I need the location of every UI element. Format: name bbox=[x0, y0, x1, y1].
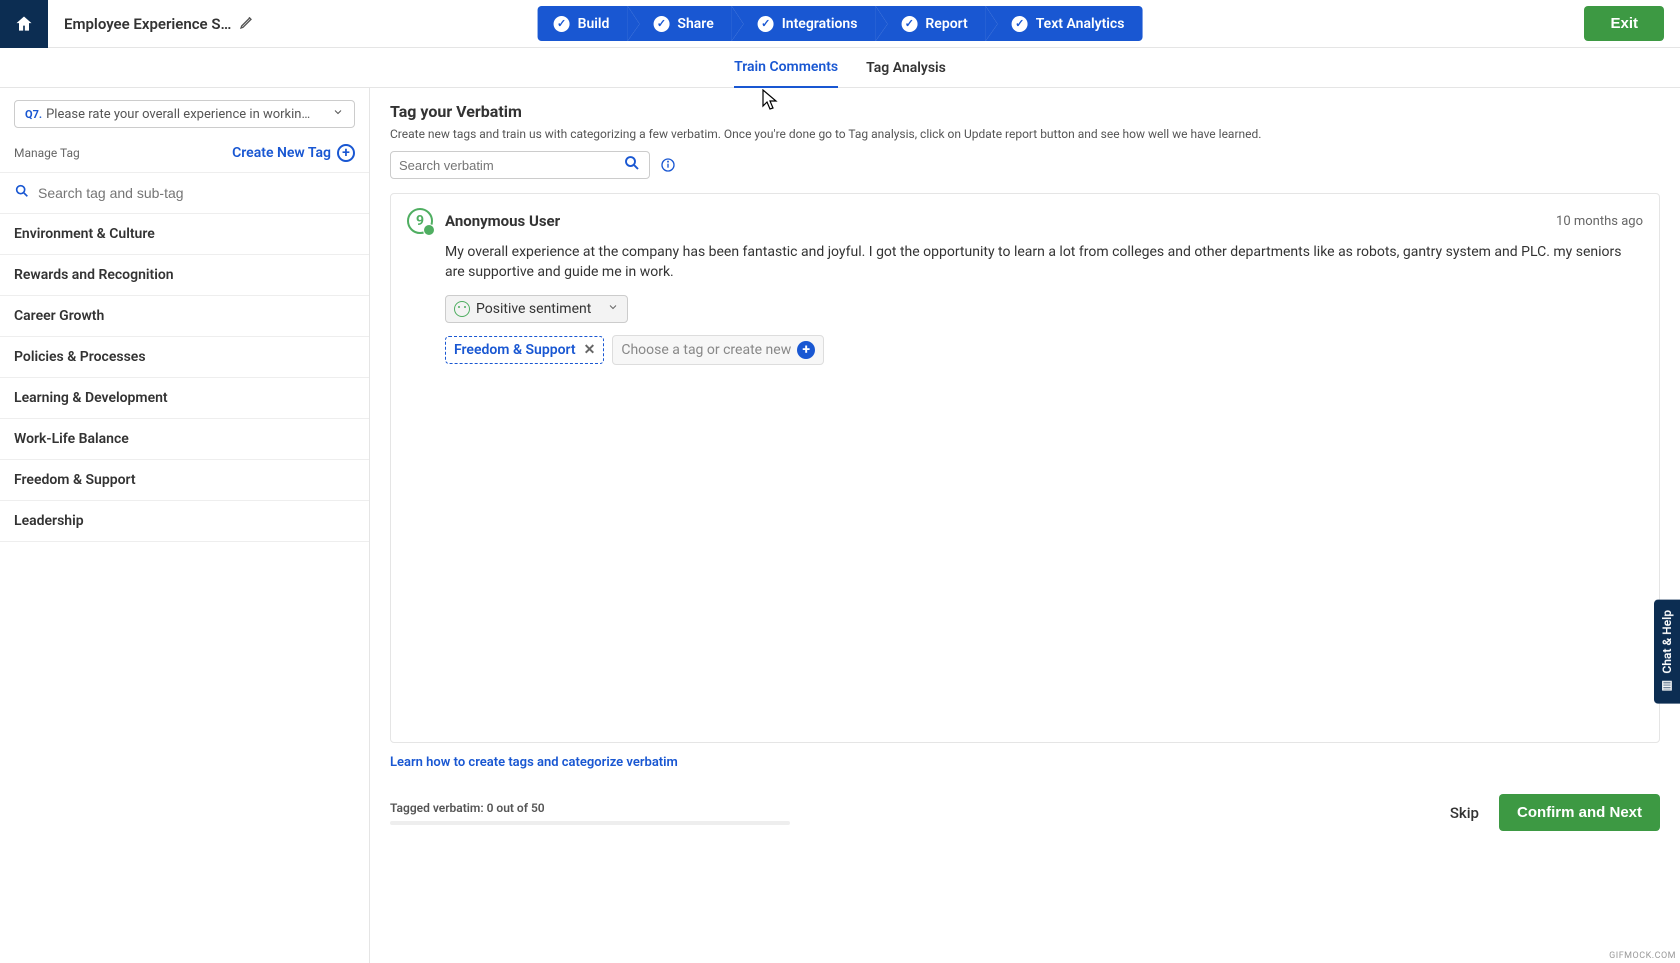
project-title-text: Employee Experience S… bbox=[64, 15, 231, 33]
applied-tag-chip[interactable]: Freedom & Support ✕ bbox=[445, 336, 604, 364]
tag-item[interactable]: Work-Life Balance bbox=[0, 419, 369, 460]
check-icon: ✓ bbox=[653, 16, 669, 32]
tag-list: Environment & Culture Rewards and Recogn… bbox=[0, 214, 369, 542]
step-text-analytics[interactable]: ✓Text Analytics bbox=[986, 6, 1143, 41]
question-prefix: Q7. bbox=[25, 108, 42, 121]
tag-item[interactable]: Freedom & Support bbox=[0, 460, 369, 501]
positive-face-icon bbox=[454, 301, 470, 317]
tag-item[interactable]: Policies & Processes bbox=[0, 337, 369, 378]
verbatim-search-input[interactable] bbox=[399, 158, 599, 173]
confirm-next-button[interactable]: Confirm and Next bbox=[1499, 794, 1660, 831]
tab-train-comments[interactable]: Train Comments bbox=[734, 48, 838, 88]
progress-block: Tagged verbatim: 0 out of 50 bbox=[390, 801, 790, 825]
learn-tags-link[interactable]: Learn how to create tags and categorize … bbox=[390, 755, 1660, 770]
chevron-down-icon bbox=[607, 301, 619, 317]
exit-button[interactable]: Exit bbox=[1584, 6, 1664, 41]
workflow-steps: ✓Build ✓Share ✓Integrations ✓Report ✓Tex… bbox=[538, 6, 1143, 41]
home-button[interactable] bbox=[0, 0, 48, 48]
skip-button[interactable]: Skip bbox=[1450, 804, 1479, 822]
verbatim-search-wrapper bbox=[390, 151, 650, 179]
project-title: Employee Experience S… bbox=[48, 14, 271, 34]
check-icon: ✓ bbox=[554, 16, 570, 32]
create-new-tag-button[interactable]: Create New Tag + bbox=[232, 144, 355, 162]
tab-tag-analysis[interactable]: Tag Analysis bbox=[866, 48, 946, 88]
verbatim-text: My overall experience at the company has… bbox=[445, 242, 1643, 283]
chevron-down-icon bbox=[332, 106, 344, 122]
progress-text: Tagged verbatim: 0 out of 50 bbox=[390, 801, 790, 815]
manage-tag-label: Manage Tag bbox=[14, 146, 80, 160]
chat-icon: ▤ bbox=[1660, 680, 1674, 694]
page-heading: Tag your Verbatim bbox=[390, 102, 1660, 121]
chat-help-tab[interactable]: ▤ Chat & Help bbox=[1654, 600, 1680, 704]
verbatim-user: Anonymous User bbox=[445, 212, 560, 230]
page-subheading: Create new tags and train us with catego… bbox=[390, 127, 1660, 141]
remove-tag-icon[interactable]: ✕ bbox=[584, 342, 596, 358]
search-icon[interactable] bbox=[623, 154, 641, 176]
avatar-badge-icon bbox=[423, 224, 435, 236]
avatar-score: 9 bbox=[407, 208, 433, 234]
verbatim-timestamp: 10 months ago bbox=[1556, 214, 1643, 229]
step-share[interactable]: ✓Share bbox=[627, 6, 731, 41]
step-build[interactable]: ✓Build bbox=[538, 6, 628, 41]
edit-title-icon[interactable] bbox=[239, 14, 255, 34]
check-icon: ✓ bbox=[758, 16, 774, 32]
check-icon: ✓ bbox=[1012, 16, 1028, 32]
sentiment-selector[interactable]: Positive sentiment bbox=[445, 295, 628, 323]
search-icon bbox=[14, 183, 30, 203]
plus-fill-icon: + bbox=[797, 341, 815, 359]
step-integrations[interactable]: ✓Integrations bbox=[732, 6, 876, 41]
choose-tag-button[interactable]: Choose a tag or create new + bbox=[612, 335, 824, 365]
watermark: GIFMOCK.COM bbox=[1609, 951, 1676, 961]
tag-item[interactable]: Learning & Development bbox=[0, 378, 369, 419]
tag-item[interactable]: Rewards and Recognition bbox=[0, 255, 369, 296]
progress-bar bbox=[390, 821, 790, 825]
tag-search-input[interactable] bbox=[38, 185, 355, 201]
tag-item[interactable]: Leadership bbox=[0, 501, 369, 542]
verbatim-card: 9 Anonymous User 10 months ago My overal… bbox=[390, 193, 1660, 743]
tag-item[interactable]: Environment & Culture bbox=[0, 214, 369, 255]
question-text: Please rate your overall experience in w… bbox=[46, 107, 310, 122]
plus-circle-icon: + bbox=[337, 144, 355, 162]
tag-item[interactable]: Career Growth bbox=[0, 296, 369, 337]
check-icon: ✓ bbox=[901, 16, 917, 32]
step-report[interactable]: ✓Report bbox=[875, 6, 985, 41]
info-icon[interactable] bbox=[660, 157, 676, 173]
question-selector[interactable]: Q7. Please rate your overall experience … bbox=[14, 100, 355, 128]
